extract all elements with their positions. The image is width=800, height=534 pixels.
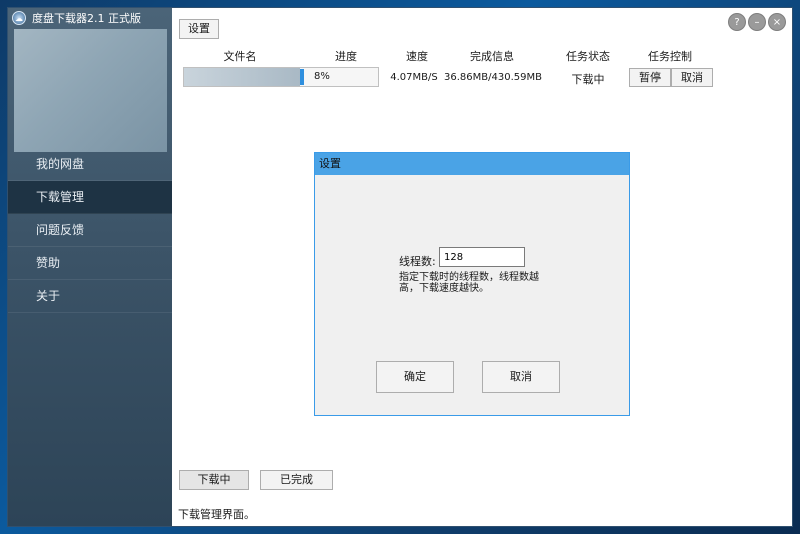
help-icon[interactable]: ? <box>728 13 746 31</box>
cloud-logo-icon: ☁ <box>12 11 26 25</box>
done-info-value: 36.86MB/430.59MB <box>444 72 542 83</box>
header-status: 任务状态 <box>566 50 610 63</box>
app-window: ☁ 度盘下载器2.1 正式版 我的网盘 下载管理 问题反馈 赞助 关于 设置 ?… <box>8 8 792 526</box>
minimize-icon[interactable]: – <box>748 13 766 31</box>
title-bar: ☁ 度盘下载器2.1 正式版 <box>8 8 172 28</box>
progress-text: 8% <box>314 71 330 82</box>
sidebar: ☁ 度盘下载器2.1 正式版 我的网盘 下载管理 问题反馈 赞助 关于 <box>8 8 172 526</box>
sidebar-item-sponsor[interactable]: 赞助 <box>8 247 172 280</box>
main-panel: 设置 ? – × 文件名 进度 速度 完成信息 任务状态 任务控制 8% 4.0… <box>172 8 792 526</box>
app-title: 度盘下载器2.1 正式版 <box>32 12 141 25</box>
sidebar-item-my-netdisk[interactable]: 我的网盘 <box>8 148 172 181</box>
sidebar-item-feedback[interactable]: 问题反馈 <box>8 214 172 247</box>
completed-tab[interactable]: 已完成 <box>260 470 333 490</box>
dialog-title: 设置 <box>315 153 629 175</box>
header-progress: 进度 <box>335 50 357 63</box>
thread-count-input[interactable] <box>439 247 525 267</box>
sidebar-item-download-manager[interactable]: 下载管理 <box>8 181 172 214</box>
speed-value: 4.07MB/S <box>390 72 438 83</box>
thread-count-hint: 指定下载时的线程数，线程数越高，下载速度越快。 <box>399 272 539 294</box>
settings-button[interactable]: 设置 <box>179 19 219 39</box>
header-done-info: 完成信息 <box>470 50 514 63</box>
thread-count-label: 线程数: <box>399 255 436 268</box>
banner-image <box>14 29 167 152</box>
ok-button[interactable]: 确定 <box>376 361 454 393</box>
cancel-task-button[interactable]: 取消 <box>671 68 713 87</box>
dialog-cancel-button[interactable]: 取消 <box>482 361 560 393</box>
sidebar-nav: 我的网盘 下载管理 问题反馈 赞助 关于 <box>8 148 172 313</box>
header-filename: 文件名 <box>223 50 257 63</box>
header-control: 任务控制 <box>648 50 692 63</box>
settings-dialog: 设置 线程数: 指定下载时的线程数，线程数越高，下载速度越快。 确定 取消 <box>314 152 630 416</box>
status-text: 下载管理界面。 <box>178 508 255 521</box>
progress-fill <box>184 68 300 86</box>
pause-button[interactable]: 暂停 <box>629 68 671 87</box>
status-value: 下载中 <box>571 73 605 86</box>
progress-marker <box>300 69 304 85</box>
header-speed: 速度 <box>406 50 428 63</box>
progress-bar: 8% <box>183 67 379 87</box>
sidebar-item-about[interactable]: 关于 <box>8 280 172 313</box>
downloading-tab[interactable]: 下载中 <box>179 470 249 490</box>
close-icon[interactable]: × <box>768 13 786 31</box>
